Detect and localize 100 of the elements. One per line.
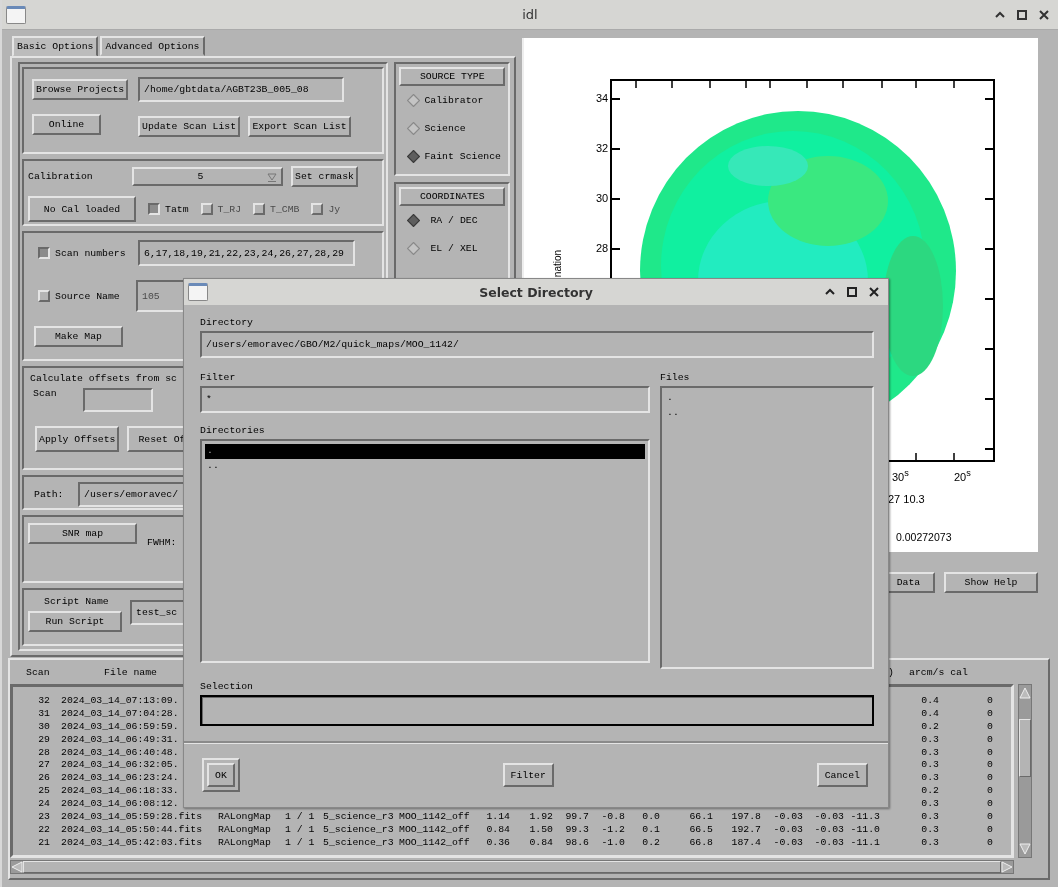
table-cell: 27 [38,759,50,773]
snr-map-button[interactable]: SNR map [28,523,137,544]
cancel-button[interactable]: Cancel [816,763,868,787]
selection-field[interactable] [200,695,874,726]
scan-field[interactable] [83,388,153,412]
project-path-field[interactable]: /home/gbtdata/AGBT23B_005_08 [138,77,344,102]
table-cell: 0 [987,785,993,799]
dropdown-arrow-icon [267,171,277,182]
radio-button[interactable] [407,149,421,163]
checkbox[interactable] [38,247,50,259]
table-cell: 1.14 [486,811,510,824]
table-cell: -0.03 [773,823,803,837]
radio-button[interactable] [407,241,421,255]
table-cell: 2024_03_14_06:08:12. [61,798,179,812]
maximize-icon[interactable] [1016,8,1028,21]
filter-button[interactable]: Filter [502,763,554,787]
checkbox-label: Jy [328,203,341,215]
tab[interactable]: Basic Options [12,36,99,57]
table-cell: RALongMap [218,811,271,824]
ok-button[interactable]: OK [207,763,235,787]
directories-list[interactable]: . .. [200,439,650,663]
table-cell: 0 [987,695,993,708]
filter-field[interactable]: * [200,386,650,413]
column-header: arcm/s cal [909,666,968,678]
cal-loaded-button[interactable]: No Cal loaded [28,196,136,222]
radio-button[interactable] [407,121,421,135]
offsets-label: Calculate offsets from sc [30,373,177,384]
checkbox-label: Scan numbers [55,247,126,259]
table-cell: 66.5 [689,823,713,837]
group-title: SOURCE TYPE [399,67,505,86]
calibration-label: Calibration [28,171,94,182]
directory-item[interactable]: . [205,444,645,459]
table-cell: 2024_03_14_06:32:05. [61,759,179,773]
selection-label: Selection [200,681,253,692]
table-cell: 0.4 [921,695,939,708]
radio-button[interactable] [407,93,421,107]
file-item[interactable]: . [665,391,869,406]
table-cell: 28 [38,746,50,760]
table-cell: 0.2 [921,785,939,799]
calibration-dropdown[interactable]: 5 [132,167,283,186]
table-cell: RALongMap [218,823,271,837]
y-tick-label: 34 [596,92,609,104]
files-list[interactable]: . .. [660,386,874,669]
table-cell: 29 [38,733,50,747]
table-cell: 2024_03_14_06:23:24. [61,772,179,786]
browse-projects-button[interactable]: Browse Projects [32,79,128,100]
close-icon[interactable] [1038,8,1050,21]
directories-label: Directories [200,425,265,436]
table-cell: 2024_03_14_06:59:59. [61,720,179,734]
run-script-button[interactable]: Run Script [28,611,122,632]
column-header: Scan [26,666,51,678]
table-cell: -1.0 [601,836,625,850]
table-cell: 0.2 [642,836,660,850]
update-scan-list-button[interactable]: Update Scan List [138,116,240,137]
window-icon[interactable] [188,283,208,301]
horizontal-scrollbar[interactable] [10,860,1014,874]
table-cell: 0 [987,720,993,734]
scan-label: Scan [33,388,58,399]
table-cell: 2024_03_14_05:42:03.fits [61,836,203,850]
file-item[interactable]: .. [665,406,869,421]
checkbox[interactable] [148,203,160,215]
table-cell: 0 [987,823,993,837]
table-cell: 30 [38,720,50,734]
scroll-thumb[interactable] [23,861,1001,873]
table-cell: -0.03 [773,836,803,850]
maximize-icon[interactable] [846,286,858,298]
table-cell: 66.1 [689,811,713,824]
scan-numbers-field[interactable]: 6,17,18,19,21,22,23,24,26,27,28,29 [138,240,355,266]
x-tick-label: 20$^{s}$ [954,468,971,483]
directory-item[interactable]: .. [205,459,645,474]
checkbox-label: Source Name [55,290,120,302]
tab[interactable]: Advanced Options [100,36,205,56]
checkbox-label: T_RJ [217,203,242,215]
table-cell: 187.4 [731,836,761,850]
plot-button[interactable]: Show Help [944,572,1038,593]
column-header: File name [104,666,158,678]
directory-label: Directory [200,317,253,328]
set-crmask-button[interactable]: Set crmask [291,166,358,187]
coordinate-readout: 27 10.3 [888,493,925,505]
scroll-thumb[interactable] [1019,719,1031,777]
online-button[interactable]: Online [32,114,101,135]
table-cell: 22 [38,823,50,837]
window-icon[interactable] [6,5,26,24]
export-scan-list-button[interactable]: Export Scan List [248,116,351,137]
script-name-label: Script Name [44,596,109,607]
table-cell: 2024_03_14_06:18:33. [61,785,179,799]
table-cell: 0 [987,733,993,747]
close-icon[interactable] [868,286,880,298]
vertical-scrollbar[interactable] [1018,684,1032,858]
table-cell: 0.3 [921,811,939,824]
apply-offsets-button[interactable]: Apply Offsets [35,426,119,452]
directory-field[interactable]: /users/emoravec/GBO/M2/quick_maps/MOO_1142/ [200,331,874,358]
path-label: Path: [34,489,65,500]
radio-button[interactable] [407,213,421,227]
table-cell: 99.7 [565,811,589,824]
table-cell: -0.03 [814,823,844,837]
table-cell: 0.3 [921,759,939,773]
table-cell: RALongMap [218,836,271,850]
radio-label: EL / XEL [430,242,478,254]
make-map-button[interactable]: Make Map [34,326,123,347]
